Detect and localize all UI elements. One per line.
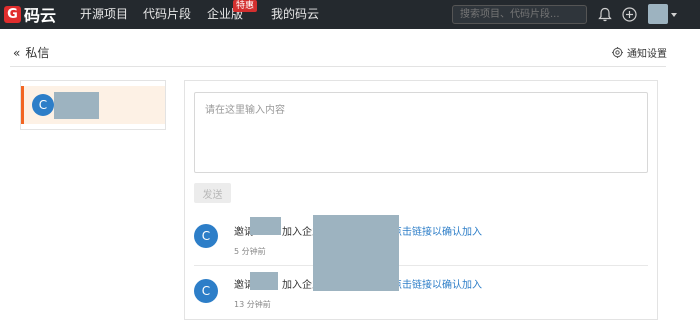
message-input[interactable] [194,92,648,173]
bell-icon[interactable] [598,7,612,22]
notify-settings-link[interactable]: 通知设置 [612,45,667,60]
message-divider [194,265,648,266]
back-chevron-icon[interactable]: « [13,46,20,60]
message-avatar[interactable]: C [194,224,218,248]
user-avatar[interactable] [648,4,668,24]
page-title: « 私信 [13,44,49,61]
message-avatar[interactable]: C [194,279,218,303]
conversation-avatar: C [32,94,54,116]
nav-my-gitee[interactable]: 我的码云 [271,7,319,22]
send-button[interactable]: 发送 [194,183,231,203]
redacted-username [250,272,278,290]
top-navbar: G 码云 开源项目 代码片段 企业版 特惠 我的码云 [0,0,700,29]
conversation-list: C [20,80,166,130]
gear-icon [612,47,623,58]
redacted-username [54,92,99,119]
nav-code-snippets[interactable]: 代码片段 [143,7,191,22]
nav-open-source[interactable]: 开源项目 [80,7,128,22]
message-time: 5 分钟前 [234,247,266,256]
logo[interactable]: G 码云 [4,4,57,25]
logo-mark: G [4,5,21,23]
conversation-item[interactable]: C [21,86,165,124]
plus-icon[interactable] [622,7,637,22]
notify-settings-label: 通知设置 [627,49,667,60]
enterprise-badge: 特惠 [233,0,258,12]
caret-down-icon[interactable] [671,13,677,17]
confirm-link[interactable]: 点击链接以确认加入 [392,280,482,291]
page-title-text: 私信 [25,46,50,60]
logo-text: 码云 [24,6,57,25]
message-time: 13 分钟前 [234,300,271,309]
search-input[interactable] [452,5,587,24]
redacted-username [250,217,281,235]
redacted-enterprise-name [313,215,399,291]
header-divider [10,66,666,67]
confirm-link[interactable]: 点击链接以确认加入 [392,227,482,238]
